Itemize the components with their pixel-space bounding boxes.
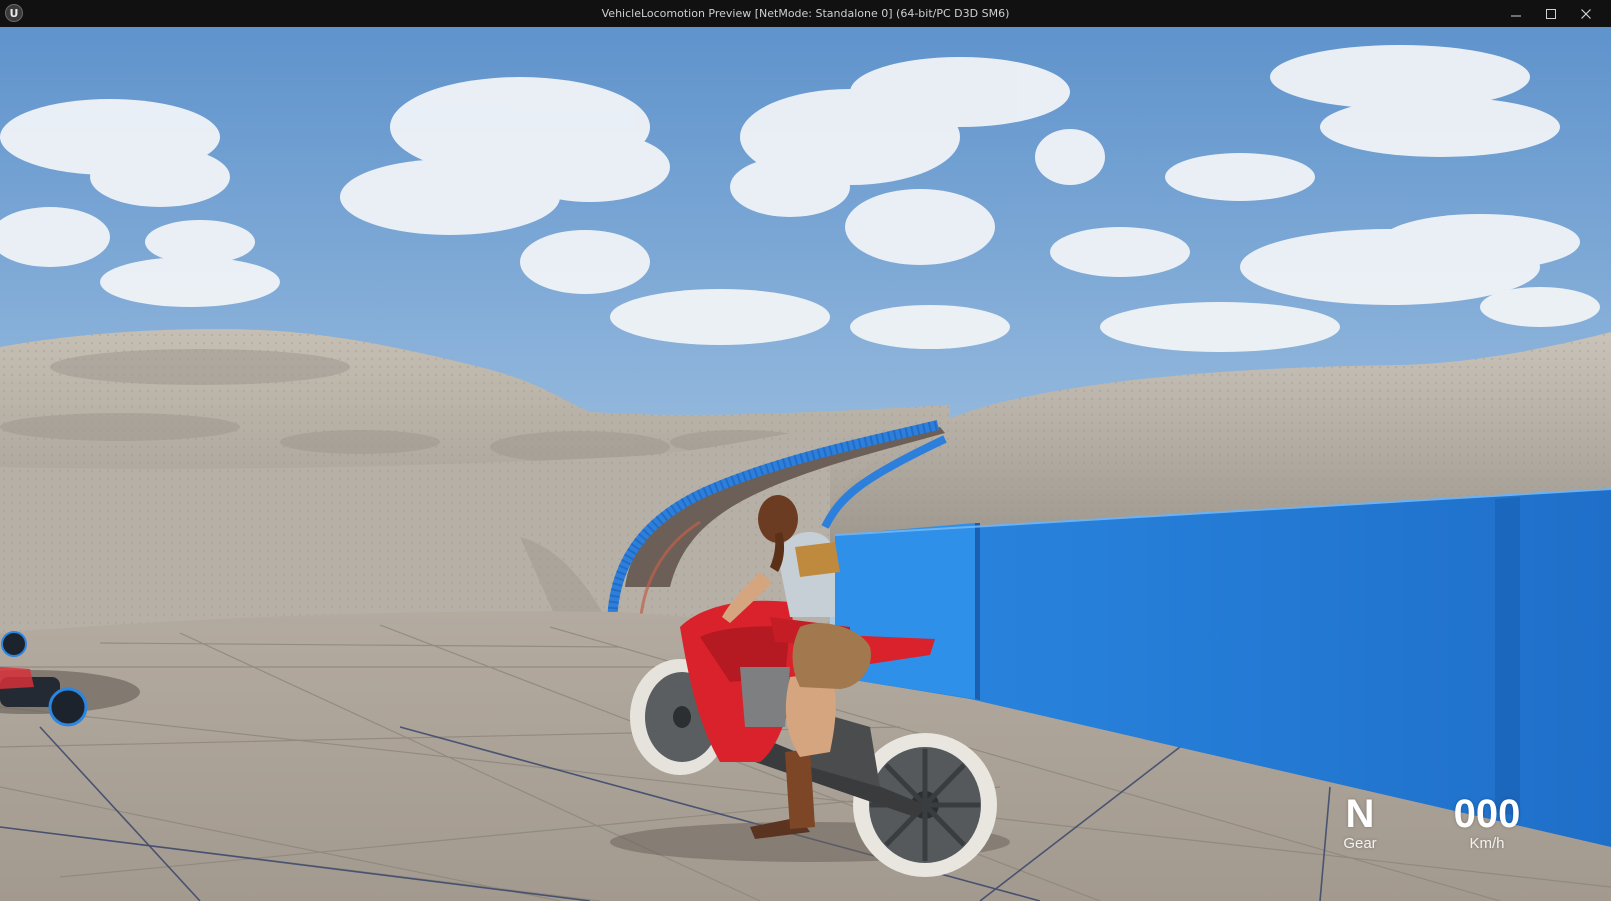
speed-indicator: 000 Km/h — [1432, 793, 1542, 853]
game-scene — [0, 27, 1611, 901]
window-title: VehicleLocomotion Preview [NetMode: Stan… — [601, 7, 1010, 20]
window-titlebar[interactable]: U VehicleLocomotion Preview [NetMode: St… — [0, 0, 1611, 27]
gear-indicator: N Gear — [1320, 793, 1400, 853]
close-icon — [1581, 8, 1591, 19]
minimize-icon — [1511, 15, 1521, 16]
speed-label: Km/h — [1469, 835, 1505, 852]
minimize-button[interactable] — [1499, 0, 1533, 27]
maximize-icon — [1546, 8, 1556, 19]
maximize-button[interactable] — [1534, 0, 1568, 27]
gear-value: N — [1345, 792, 1375, 836]
gear-label: Gear — [1343, 835, 1377, 852]
game-viewport[interactable]: N Gear 000 Km/h — [0, 27, 1611, 901]
close-button[interactable] — [1569, 0, 1603, 27]
speed-value: 000 — [1453, 792, 1521, 836]
